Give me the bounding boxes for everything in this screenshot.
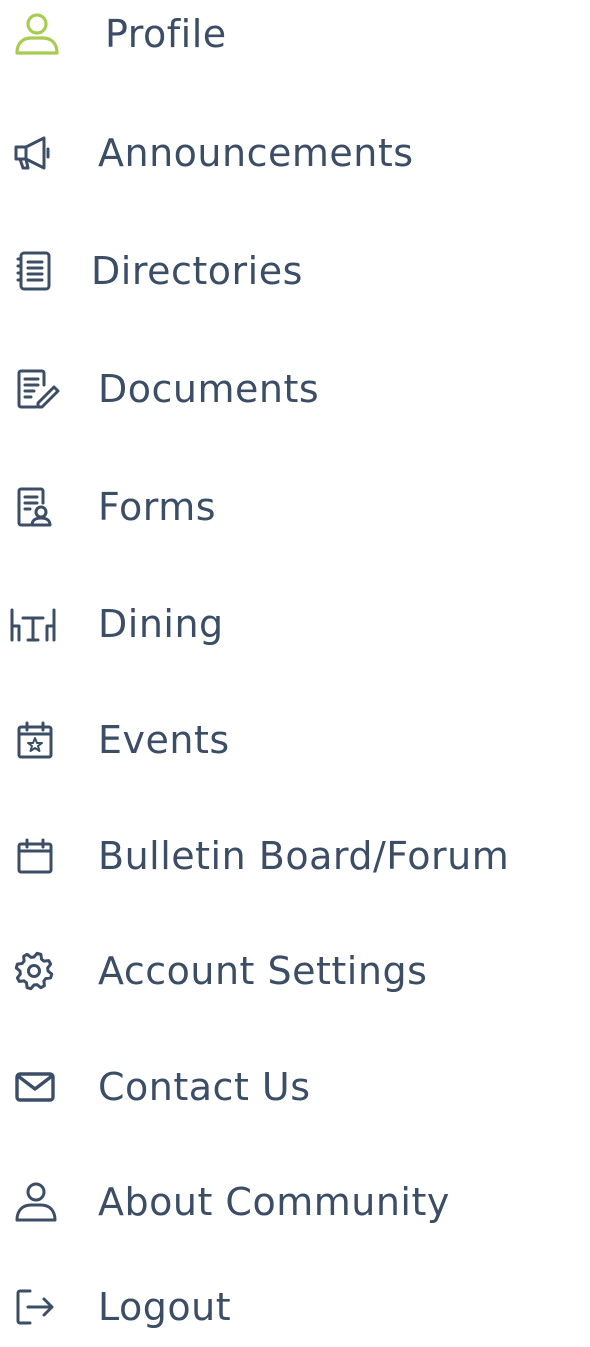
logout-icon bbox=[16, 1289, 56, 1325]
menu-item-about-community[interactable]: About Community bbox=[0, 1162, 590, 1242]
menu-item-forms[interactable]: Forms bbox=[0, 467, 590, 547]
envelope-icon bbox=[15, 1072, 55, 1102]
document-edit-icon bbox=[16, 369, 60, 409]
menu-label-events: Events bbox=[98, 718, 230, 762]
menu-item-logout[interactable]: Logout bbox=[0, 1267, 590, 1347]
menu-item-events[interactable]: Events bbox=[0, 700, 590, 780]
menu-item-profile[interactable]: Profile bbox=[0, 0, 590, 74]
person-outline-icon bbox=[14, 1182, 58, 1222]
menu-label-account-settings: Account Settings bbox=[98, 949, 428, 993]
menu-label-profile: Profile bbox=[105, 12, 227, 56]
side-menu: Profile Announcements Directories Docume… bbox=[0, 0, 590, 1339]
menu-item-documents[interactable]: Documents bbox=[0, 349, 590, 429]
dining-table-icon bbox=[9, 606, 57, 642]
menu-item-bulletin-board-forum[interactable]: Bulletin Board/Forum bbox=[0, 816, 590, 896]
gear-icon bbox=[14, 951, 54, 991]
menu-label-about-community: About Community bbox=[98, 1180, 450, 1224]
menu-item-account-settings[interactable]: Account Settings bbox=[0, 931, 590, 1011]
menu-label-logout: Logout bbox=[98, 1285, 232, 1329]
list-document-icon bbox=[16, 251, 52, 291]
menu-item-announcements[interactable]: Announcements bbox=[0, 113, 590, 193]
megaphone-icon bbox=[12, 135, 54, 171]
menu-item-directories[interactable]: Directories bbox=[0, 231, 590, 311]
menu-label-contact-us: Contact Us bbox=[98, 1065, 311, 1109]
user-icon bbox=[14, 12, 60, 56]
menu-label-forms: Forms bbox=[98, 485, 217, 529]
calendar-star-icon bbox=[17, 721, 53, 759]
menu-item-contact-us[interactable]: Contact Us bbox=[0, 1047, 590, 1127]
menu-label-documents: Documents bbox=[98, 367, 320, 411]
menu-label-announcements: Announcements bbox=[98, 131, 414, 175]
form-user-icon bbox=[16, 487, 52, 527]
menu-label-dining: Dining bbox=[98, 602, 224, 646]
menu-label-directories: Directories bbox=[91, 249, 303, 293]
calendar-board-icon bbox=[17, 838, 53, 874]
menu-item-dining[interactable]: Dining bbox=[0, 584, 590, 664]
menu-label-bulletin-board-forum: Bulletin Board/Forum bbox=[98, 834, 510, 878]
